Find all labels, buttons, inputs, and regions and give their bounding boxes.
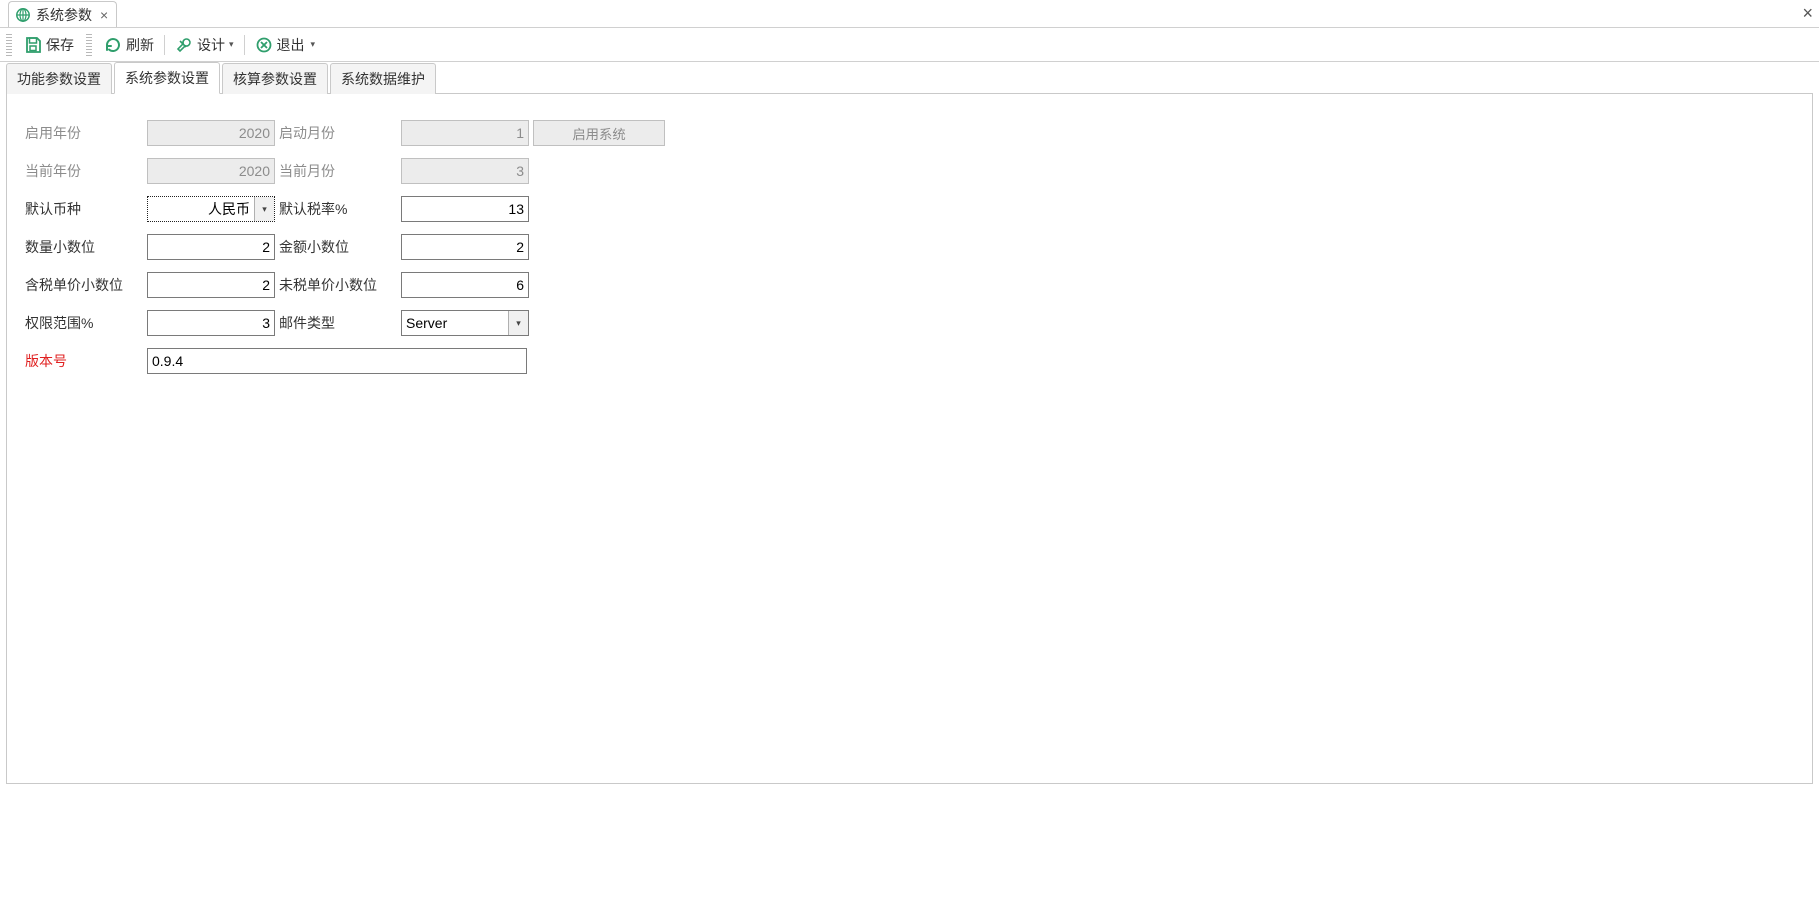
- tab-label: 系统数据维护: [341, 71, 425, 87]
- perm-scope-field[interactable]: [147, 310, 275, 336]
- toolbar-grip: [6, 34, 12, 56]
- label-tax-price-decimals: 含税单价小数位: [25, 275, 145, 295]
- inner-tab-bar: 功能参数设置 系统参数设置 核算参数设置 系统数据维护: [6, 64, 1813, 94]
- window-close-icon[interactable]: ×: [1802, 3, 1813, 24]
- tab-system-params[interactable]: 系统参数设置: [114, 62, 220, 94]
- document-tab-title: 系统参数: [36, 5, 92, 25]
- label-mail-type: 邮件类型: [279, 313, 399, 333]
- start-month-field: [401, 120, 529, 146]
- label-start-month: 启动月份: [279, 123, 399, 143]
- tax-price-decimals-field[interactable]: [147, 272, 275, 298]
- chevron-down-icon[interactable]: ▾: [508, 311, 528, 335]
- chevron-down-icon[interactable]: ▾: [254, 197, 274, 221]
- label-notax-price-decimals: 未税单价小数位: [279, 275, 399, 295]
- design-button[interactable]: 设计 ▾: [167, 31, 242, 59]
- enable-system-button: 启用系统: [533, 120, 665, 146]
- label-default-tax-rate: 默认税率%: [279, 199, 399, 219]
- refresh-button[interactable]: 刷新: [96, 31, 162, 59]
- save-button[interactable]: 保存: [16, 31, 82, 59]
- version-field[interactable]: [147, 348, 527, 374]
- tab-label: 功能参数设置: [17, 71, 101, 87]
- amount-decimals-field[interactable]: [401, 234, 529, 260]
- tab-feature-params[interactable]: 功能参数设置: [6, 63, 112, 94]
- tab-label: 核算参数设置: [233, 71, 317, 87]
- exit-button[interactable]: 退出 ▾: [247, 31, 324, 59]
- qty-decimals-field[interactable]: [147, 234, 275, 260]
- label-perm-scope: 权限范围%: [25, 313, 145, 333]
- label-default-currency: 默认币种: [25, 199, 145, 219]
- document-tab[interactable]: 系统参数 ×: [8, 1, 117, 27]
- label-amount-decimals: 金额小数位: [279, 237, 399, 257]
- default-tax-rate-field[interactable]: [401, 196, 529, 222]
- wrench-icon: [175, 36, 193, 54]
- toolbar-separator: [164, 35, 165, 55]
- save-icon: [24, 36, 42, 54]
- document-tab-bar: 系统参数 × ×: [0, 0, 1819, 28]
- label-current-year: 当前年份: [25, 161, 145, 181]
- panel-system-params: 启用年份 启动月份 启用系统 当前年份 当前月份 默认币种 ▾ 默认税率% 数量…: [6, 94, 1813, 784]
- label-enable-year: 启用年份: [25, 123, 145, 143]
- toolbar-grip: [86, 34, 92, 56]
- toolbar-separator: [244, 35, 245, 55]
- label-version: 版本号: [25, 351, 145, 371]
- tab-accounting-params[interactable]: 核算参数设置: [222, 63, 328, 94]
- tb-label: 保存: [46, 35, 74, 55]
- default-currency-select[interactable]: ▾: [147, 196, 275, 222]
- enable-year-field: [147, 120, 275, 146]
- globe-icon: [15, 7, 31, 23]
- tab-system-data-maint[interactable]: 系统数据维护: [330, 63, 436, 94]
- chevron-down-icon: ▾: [229, 39, 234, 50]
- tb-label: 设计: [197, 35, 225, 55]
- form-grid: 启用年份 启动月份 启用系统 当前年份 当前月份 默认币种 ▾ 默认税率% 数量…: [25, 120, 665, 374]
- chevron-down-icon: ▾: [311, 39, 316, 50]
- mail-type-select[interactable]: ▾: [401, 310, 529, 336]
- notax-price-decimals-field[interactable]: [401, 272, 529, 298]
- toolbar: 保存 刷新 设计 ▾ 退出 ▾: [0, 28, 1819, 62]
- tb-label: 退出: [277, 35, 305, 55]
- content-area: 功能参数设置 系统参数设置 核算参数设置 系统数据维护 启用年份 启动月份 启用…: [6, 64, 1813, 784]
- exit-icon: [255, 36, 273, 54]
- refresh-icon: [104, 36, 122, 54]
- label-current-month: 当前月份: [279, 161, 399, 181]
- current-month-field: [401, 158, 529, 184]
- current-year-field: [147, 158, 275, 184]
- tab-label: 系统参数设置: [125, 70, 209, 86]
- close-icon[interactable]: ×: [100, 7, 108, 23]
- tb-label: 刷新: [126, 35, 154, 55]
- label-qty-decimals: 数量小数位: [25, 237, 145, 257]
